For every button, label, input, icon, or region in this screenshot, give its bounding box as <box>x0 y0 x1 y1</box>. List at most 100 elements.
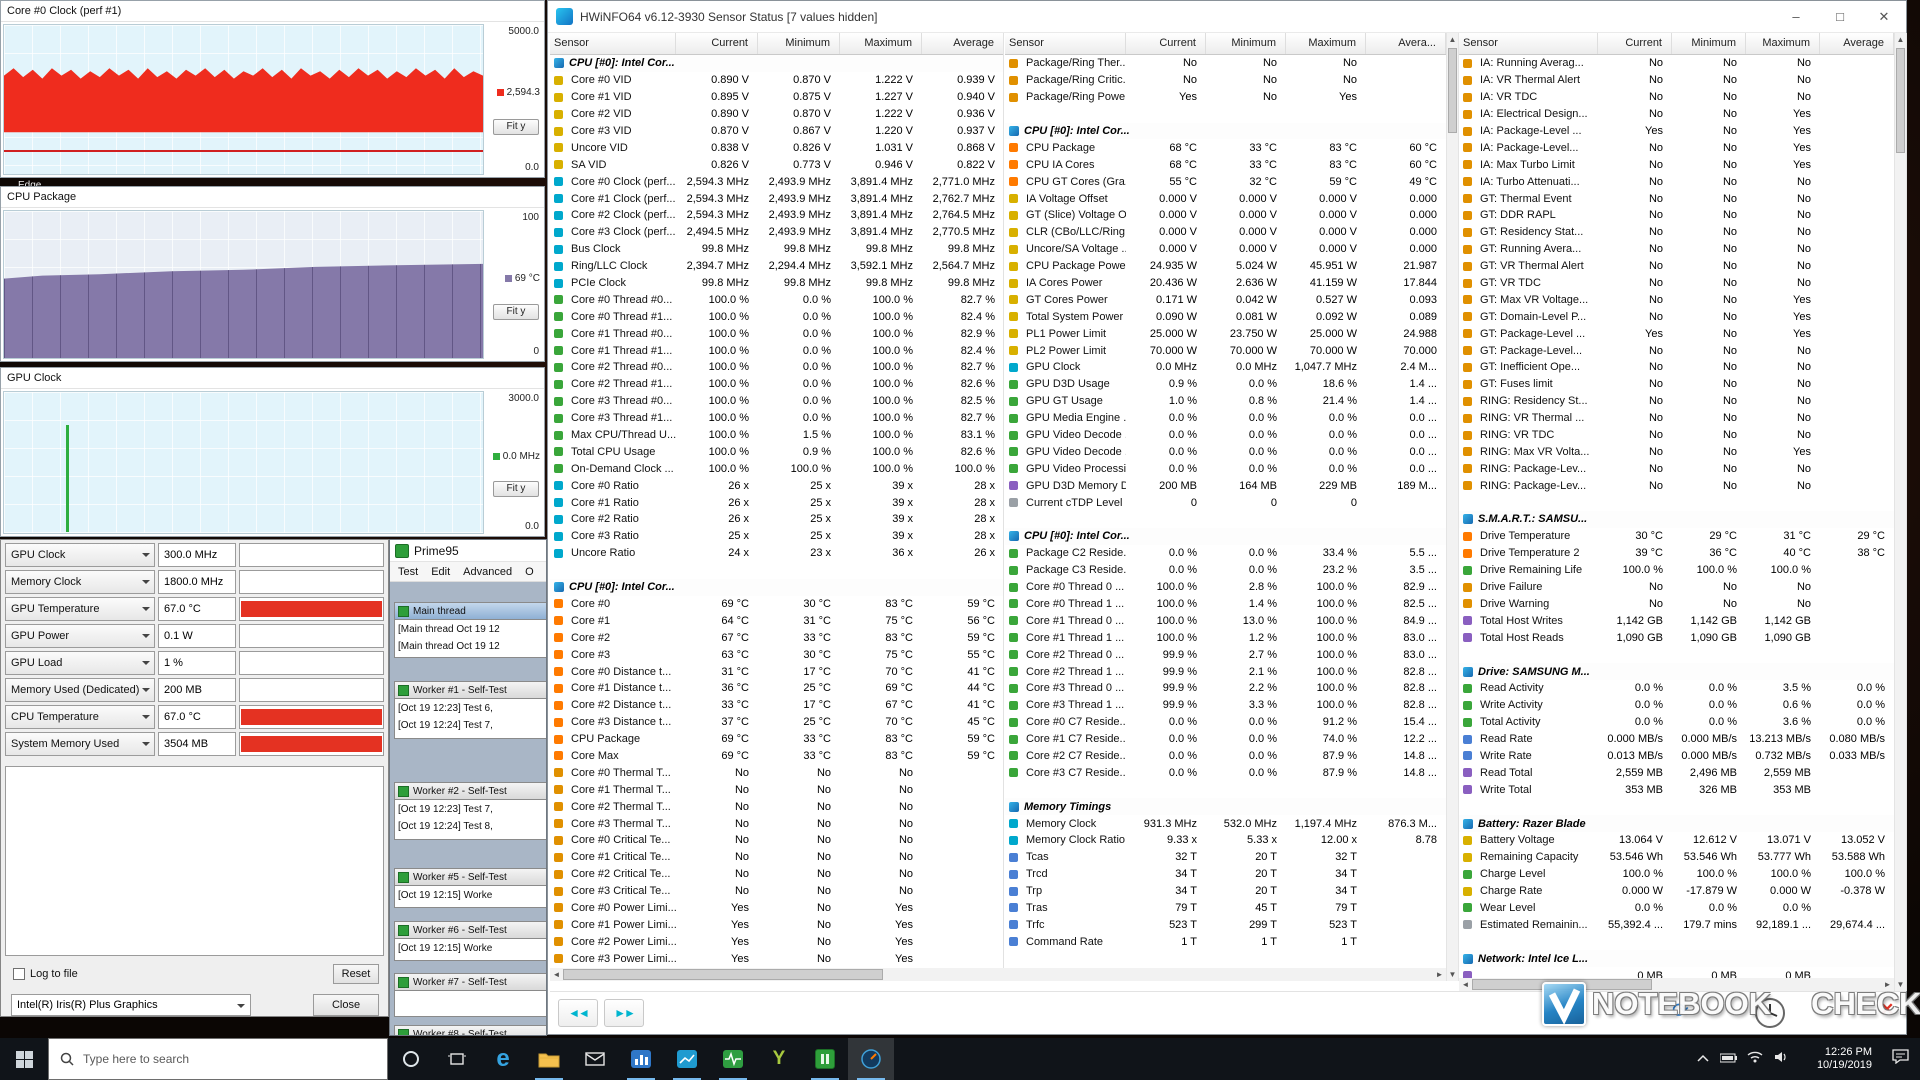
prime95-worker-window[interactable]: Worker #6 - Self-Test[Oct 19 12:15] Work… <box>394 921 546 961</box>
sensor-row[interactable]: GPU Media Engine ...0.0 %0.0 %0.0 %0.0 .… <box>1005 410 1446 427</box>
column-header[interactable]: Average <box>922 33 1004 54</box>
sensor-row[interactable]: Core #2 VID0.890 V0.870 V1.222 V0.936 V <box>550 106 1003 123</box>
nav-back-button[interactable]: ◄◄ <box>558 999 598 1027</box>
sensor-row[interactable]: Core #2 Thread #1...100.0 %0.0 %100.0 %8… <box>550 376 1003 393</box>
sensor-row[interactable]: Total Host Writes1,142 GB1,142 GB1,142 G… <box>1459 612 1894 629</box>
sensor-row[interactable]: Core Max69 °C33 °C83 °C59 °C <box>550 748 1003 765</box>
graph-window-cpu-package[interactable]: CPU Package 100 69 °C Fit y 0 <box>0 186 545 362</box>
sensor-row[interactable]: GT: Residency Stat...NoNoNo <box>1459 224 1894 241</box>
close-button[interactable]: ✕ <box>1862 1 1906 32</box>
section-row[interactable]: Network: Intel Ice L... <box>1459 950 1894 967</box>
sensor-row[interactable]: Drive Remaining Life100.0 %100.0 %100.0 … <box>1459 562 1894 579</box>
sensor-row[interactable]: PL2 Power Limit70.000 W70.000 W70.000 W7… <box>1005 342 1446 359</box>
sensor-row[interactable]: PCIe Clock99.8 MHz99.8 MHz99.8 MHz99.8 M… <box>550 275 1003 292</box>
scroll-down-icon[interactable]: ▼ <box>1447 968 1458 981</box>
sensor-row[interactable]: Bus Clock99.8 MHz99.8 MHz99.8 MHz99.8 MH… <box>550 241 1003 258</box>
log-to-file-checkbox[interactable]: Log to file <box>13 968 78 980</box>
sensor-row[interactable]: GPU Video Decode ...0.0 %0.0 %0.0 %0.0 .… <box>1005 443 1446 460</box>
sensor-row[interactable]: GT: Domain-Level P...NoNoYes <box>1459 308 1894 325</box>
sensor-row[interactable]: Memory Clock Ratio9.33 x5.33 x12.00 x8.7… <box>1005 832 1446 849</box>
fit-y-button[interactable]: Fit y <box>493 119 539 135</box>
sensor-row[interactable]: Read Activity0.0 %0.0 %3.5 %0.0 % <box>1459 680 1894 697</box>
sensor-row[interactable]: Core #3 VID0.870 V0.867 V1.220 V0.937 V <box>550 123 1003 140</box>
sensor-row[interactable]: RING: VR Thermal ...NoNoNo <box>1459 410 1894 427</box>
sensor-row[interactable]: Core #0 Thread 1 ...100.0 %1.4 %100.0 %8… <box>1005 596 1446 613</box>
sensor-row[interactable]: GPU D3D Usage0.9 %0.0 %18.6 %1.4 ... <box>1005 376 1446 393</box>
sensor-row[interactable]: GT: Inefficient Ope...NoNoNo <box>1459 359 1894 376</box>
menu-advanced[interactable]: Advanced <box>463 566 512 578</box>
scroll-up-icon[interactable]: ▲ <box>1447 33 1458 46</box>
sensor-row[interactable]: Trfc523 T299 T523 T <box>1005 916 1446 933</box>
prime95-worker-window[interactable]: Worker #2 - Self-Test[Oct 19 12:23] Test… <box>394 782 546 840</box>
section-row[interactable]: CPU [#0]: Intel Cor... <box>1005 123 1446 140</box>
sensor-row[interactable]: Charge Level100.0 %100.0 %100.0 %100.0 % <box>1459 866 1894 883</box>
sensor-row[interactable]: Core #0 Clock (perf...2,594.3 MHz2,493.9… <box>550 173 1003 190</box>
sensor-row[interactable]: GT Cores Power0.171 W0.042 W0.527 W0.093 <box>1005 291 1446 308</box>
device-select[interactable]: Intel(R) Iris(R) Plus Graphics <box>11 994 251 1016</box>
scroll-left-icon[interactable]: ◄ <box>550 970 563 979</box>
sensor-row[interactable]: GT: Thermal EventNoNoNo <box>1459 190 1894 207</box>
sensor-row[interactable]: Max CPU/Thread U...100.0 %1.5 %100.0 %83… <box>550 427 1003 444</box>
scroll-left-icon[interactable]: ◄ <box>1459 980 1472 989</box>
hwinfo-window[interactable]: HWiNFO64 v6.12-3930 Sensor Status [7 val… <box>547 0 1907 1035</box>
sensor-row[interactable]: Core #0 Power Limi...YesNoYes <box>550 900 1003 917</box>
sensor-row[interactable]: GT: Package-Level ...YesNoYes <box>1459 325 1894 342</box>
sensor-row[interactable]: Core #2 Clock (perf...2,594.3 MHz2,493.9… <box>550 207 1003 224</box>
sensor-select[interactable]: Memory Used (Dedicated) <box>5 678 155 702</box>
taskbar-icon-y-app[interactable]: Y <box>756 1038 802 1080</box>
taskbar-clock[interactable]: 12:26 PM 10/19/2019 <box>1794 1046 1880 1072</box>
sensor-row[interactable]: Core #363 °C30 °C75 °C55 °C <box>550 646 1003 663</box>
vertical-scrollbar[interactable]: ▲▼ <box>1446 33 1459 981</box>
sensor-row[interactable]: Core #1 Thread 0 ...100.0 %13.0 %100.0 %… <box>1005 612 1446 629</box>
prime95-titlebar[interactable]: Prime95 <box>390 540 546 562</box>
minimize-button[interactable]: – <box>1774 1 1818 32</box>
sensor-row[interactable]: Package/Ring Ther...NoNoNo <box>1005 55 1446 72</box>
sensor-row[interactable]: Total System Power0.090 W0.081 W0.092 W0… <box>1005 308 1446 325</box>
vertical-scrollbar[interactable]: ▲▼ <box>1894 33 1907 991</box>
column-header[interactable]: Maximum <box>1746 33 1820 54</box>
sensor-row[interactable]: Trcd34 T20 T34 T <box>1005 866 1446 883</box>
sensor-row[interactable]: IA Cores Power20.436 W2.636 W41.159 W17.… <box>1005 275 1446 292</box>
sensor-row[interactable]: CPU Package68 °C33 °C83 °C60 °C <box>1005 139 1446 156</box>
sensor-row[interactable]: Write Rate0.013 MB/s0.000 MB/s0.732 MB/s… <box>1459 748 1894 765</box>
sensor-row[interactable]: Package/Ring Critic...NoNoNo <box>1005 72 1446 89</box>
sensor-row[interactable]: Core #1 Thread #1...100.0 %0.0 %100.0 %8… <box>550 342 1003 359</box>
sensor-row[interactable]: Core #3 Thread #0...100.0 %0.0 %100.0 %8… <box>550 393 1003 410</box>
sensor-row[interactable]: IA Voltage Offset0.000 V0.000 V0.000 V0.… <box>1005 190 1446 207</box>
sensor-row[interactable]: IA: VR TDCNoNoNo <box>1459 89 1894 106</box>
close-button[interactable]: Close <box>313 994 379 1016</box>
sensor-row[interactable]: Drive Temperature30 °C29 °C31 °C29 °C <box>1459 528 1894 545</box>
sensor-select[interactable]: GPU Load <box>5 651 155 675</box>
tray-wifi-icon[interactable] <box>1742 1050 1768 1068</box>
sensor-row[interactable]: CLR (CBo/LLC/Ring...0.000 V0.000 V0.000 … <box>1005 224 1446 241</box>
scrollbar-thumb[interactable] <box>1896 48 1905 153</box>
sensor-row[interactable]: Ring/LLC Clock2,394.7 MHz2,294.4 MHz3,59… <box>550 258 1003 275</box>
sensor-row[interactable]: 0 MB0 MB0 MB <box>1459 967 1894 978</box>
sensor-select[interactable]: System Memory Used <box>5 732 155 756</box>
sensor-row[interactable]: Core #0 Distance t...31 °C17 °C70 °C41 °… <box>550 663 1003 680</box>
prime95-worker-window[interactable]: Worker #1 - Self-Test[Oct 19 12:23] Test… <box>394 681 546 739</box>
sensor-row[interactable]: RING: Max VR Volta...NoNoYes <box>1459 443 1894 460</box>
taskbar-search-input[interactable]: Type here to search <box>48 1038 388 1080</box>
sensor-row[interactable]: Drive Temperature 239 °C36 °C40 °C38 °C <box>1459 545 1894 562</box>
sensor-row[interactable]: Core #3 Clock (perf...2,494.5 MHz2,493.9… <box>550 224 1003 241</box>
sensor-row[interactable]: Charge Rate0.000 W-17.879 W0.000 W-0.378… <box>1459 883 1894 900</box>
start-button[interactable] <box>0 1038 48 1080</box>
graph-window-gpu-clock[interactable]: GPU Clock 3000.0 0.0 MHz Fit y 0.0 <box>0 367 545 537</box>
taskbar-icon-hwinfo[interactable] <box>848 1038 894 1080</box>
sensor-row[interactable]: IA: Turbo Attenuati...NoNoNo <box>1459 173 1894 190</box>
taskbar-icon-monitor-1[interactable] <box>618 1038 664 1080</box>
sensor-row[interactable]: Uncore VID0.838 V0.826 V1.031 V0.868 V <box>550 139 1003 156</box>
sensor-row[interactable]: IA: VR Thermal AlertNoNoNo <box>1459 72 1894 89</box>
sensor-row[interactable]: Trp34 T20 T34 T <box>1005 883 1446 900</box>
sensor-row[interactable]: Core #3 Thread #1...100.0 %0.0 %100.0 %8… <box>550 410 1003 427</box>
sensor-row[interactable]: Core #0 Thread #0...100.0 %0.0 %100.0 %8… <box>550 291 1003 308</box>
sensor-row[interactable]: Core #0 Thread #1...100.0 %0.0 %100.0 %8… <box>550 308 1003 325</box>
sensor-row[interactable]: GPU Clock0.0 MHz0.0 MHz1,047.7 MHz2.4 M.… <box>1005 359 1446 376</box>
sensor-row[interactable]: Core #1 Clock (perf...2,594.3 MHz2,493.9… <box>550 190 1003 207</box>
sensor-row[interactable]: Core #2 Power Limi...YesNoYes <box>550 933 1003 950</box>
sensor-row[interactable]: Core #2 Thermal T...NoNoNo <box>550 798 1003 815</box>
column-header[interactable]: Current <box>1126 33 1206 54</box>
sensor-row[interactable]: IA: Running Averag...NoNoNo <box>1459 55 1894 72</box>
sensor-row[interactable]: Core #2 Thread 1 ...99.9 %2.1 %100.0 %82… <box>1005 663 1446 680</box>
